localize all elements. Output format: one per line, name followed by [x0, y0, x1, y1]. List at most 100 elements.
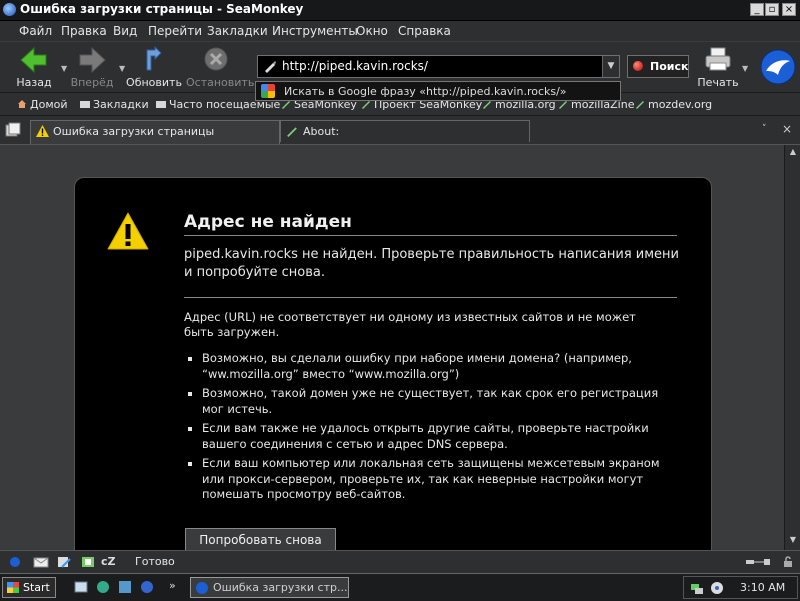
bookmark-mozdev-org-label: mozdev.org — [648, 98, 713, 111]
vertical-scrollbar[interactable]: ▲ ▼ — [784, 145, 800, 550]
bookmark-bookmarks[interactable]: Закладки — [80, 98, 149, 111]
taskbar-item-seamonkey[interactable]: Ошибка загрузки стр... — [190, 577, 349, 598]
browser-quick-launch-icon[interactable] — [96, 580, 110, 594]
menu-window[interactable]: Окно — [356, 24, 388, 38]
close-tab-icon[interactable]: × — [782, 122, 792, 136]
navigator-icon[interactable] — [9, 556, 21, 568]
start-button[interactable]: Start — [2, 577, 56, 598]
menu-bookmarks[interactable]: Закладки — [207, 24, 268, 38]
tab-bar: Ошибка загрузки страницы About: ˅ × — [0, 116, 800, 145]
bookmark-icon — [636, 101, 644, 109]
media-quick-launch-icon[interactable] — [118, 580, 132, 594]
scroll-up-icon[interactable]: ▲ — [787, 147, 799, 159]
seamonkey-throbber-icon[interactable] — [760, 49, 796, 85]
url-bar[interactable]: ▼ — [257, 55, 620, 78]
menu-bar: Файл Правка Вид Перейти Закладки Инструм… — [0, 21, 800, 41]
bookmark-mozdev-org[interactable]: mozdev.org — [635, 98, 712, 111]
error-suggestions-list: Возможно, вы сделали ошибку при наборе и… — [184, 351, 672, 507]
start-label: Start — [23, 581, 50, 594]
bookmark-bookmarks-label: Закладки — [93, 98, 149, 111]
address-book-icon[interactable] — [81, 556, 95, 568]
error-short-description: piped.kavin.rocks не найден. Проверьте п… — [184, 247, 679, 280]
tab-list-chevron-down-icon[interactable]: ˅ — [762, 124, 767, 134]
warning-icon — [107, 212, 149, 250]
seamonkey-icon — [3, 3, 16, 16]
google-icon — [261, 84, 275, 98]
security-lock-icon[interactable] — [782, 556, 794, 568]
menu-go[interactable]: Перейти — [148, 24, 202, 38]
window-title: Ошибка загрузки страницы - SeaMonkey — [20, 2, 304, 16]
back-label: Назад — [16, 76, 52, 89]
connection-status-icon[interactable] — [744, 557, 774, 567]
mail-quick-launch-icon[interactable] — [140, 580, 154, 594]
bookmark-home[interactable]: Домой — [17, 98, 68, 111]
warning-icon — [36, 125, 49, 137]
reload-icon — [146, 46, 162, 71]
forward-arrow-icon — [79, 46, 106, 74]
back-button[interactable]: Назад — [4, 44, 64, 90]
windows-logo-icon — [7, 582, 19, 593]
system-tray: 3:10 AM — [683, 576, 798, 599]
stop-button[interactable]: Остановить — [186, 44, 255, 90]
page-content: Адрес не найден piped.kavin.rocks не най… — [0, 145, 784, 550]
error-page-container: Адрес не найден piped.kavin.rocks не най… — [74, 177, 712, 550]
show-desktop-icon[interactable] — [74, 580, 88, 594]
clock[interactable]: 3:10 AM — [740, 581, 785, 594]
close-button[interactable]: × — [782, 3, 796, 16]
search-label: Поиск — [650, 60, 689, 73]
suggestion-item: Возможно, вы сделали ошибку при наборе и… — [202, 351, 672, 382]
search-button[interactable]: Поиск — [627, 55, 689, 78]
bookmark-icon — [287, 127, 297, 137]
tab-about-label: About: — [303, 125, 340, 138]
menu-view[interactable]: Вид — [113, 24, 137, 38]
suggestion-item: Возможно, такой домен уже не существует,… — [202, 386, 672, 417]
search-icon — [633, 61, 643, 71]
back-arrow-icon — [20, 46, 47, 74]
printer-icon — [705, 47, 731, 71]
tab-error-page-label: Ошибка загрузки страницы — [53, 125, 215, 138]
tab-about[interactable]: About: — [280, 120, 530, 142]
forward-button[interactable]: Вперёд — [62, 44, 122, 90]
url-input[interactable] — [282, 58, 602, 74]
taskbar-item-label: Ошибка загрузки стр... — [213, 581, 348, 594]
composer-icon[interactable] — [57, 556, 71, 568]
try-again-button[interactable]: Попробовать снова — [185, 528, 336, 550]
status-bar: cZ Готово — [0, 550, 800, 573]
volume-icon[interactable] — [710, 581, 724, 595]
print-label: Печать — [697, 76, 739, 89]
taskbar: Start » Ошибка загрузки стр... 3:10 AM — [0, 573, 800, 601]
scroll-down-icon[interactable]: ▼ — [787, 535, 799, 547]
stop-label: Остановить — [186, 76, 255, 89]
suggestion-item: Если ваш компьютер или локальная сеть за… — [202, 456, 672, 503]
url-history-dropdown[interactable]: ▼ — [602, 56, 619, 77]
title-bar: Ошибка загрузки страницы - SeaMonkey _ ▫… — [0, 0, 800, 21]
menu-help[interactable]: Справка — [398, 24, 451, 38]
suggestion-item: Если вам также не удалось открыть другие… — [202, 421, 672, 452]
seamonkey-icon — [196, 582, 208, 594]
network-icon[interactable] — [690, 581, 704, 595]
menu-edit[interactable]: Правка — [61, 24, 107, 38]
folder-icon — [80, 101, 90, 108]
new-tab-icon[interactable] — [5, 122, 21, 138]
forward-label: Вперёд — [70, 76, 114, 89]
search-google-suggestion[interactable]: Искать в Google фразу «http://piped.kavi… — [284, 85, 567, 98]
print-dropdown[interactable]: ▼ — [742, 64, 748, 73]
url-autocomplete-popup[interactable]: Искать в Google фразу «http://piped.kavi… — [255, 81, 621, 101]
minimize-button[interactable]: _ — [750, 3, 764, 16]
mail-icon[interactable] — [33, 556, 49, 568]
folder-icon — [156, 101, 166, 108]
home-icon — [18, 100, 26, 108]
tab-error-page[interactable]: Ошибка загрузки страницы — [30, 120, 280, 144]
error-long-description: Адрес (URL) не соответствует ни одному и… — [184, 310, 636, 339]
error-title: Адрес не найден — [184, 212, 352, 232]
quick-launch-overflow[interactable]: » — [169, 579, 176, 592]
print-button[interactable]: Печать — [688, 44, 748, 90]
status-text: Готово — [135, 555, 175, 568]
maximize-button[interactable]: ▫ — [765, 3, 779, 16]
menu-file[interactable]: Файл — [19, 24, 52, 38]
reload-button[interactable]: Обновить — [124, 44, 184, 90]
bookmark-home-label: Домой — [30, 98, 68, 111]
stop-icon — [204, 47, 228, 71]
chatzilla-icon[interactable]: cZ — [101, 555, 116, 568]
menu-tools[interactable]: Инструменты — [272, 24, 358, 38]
